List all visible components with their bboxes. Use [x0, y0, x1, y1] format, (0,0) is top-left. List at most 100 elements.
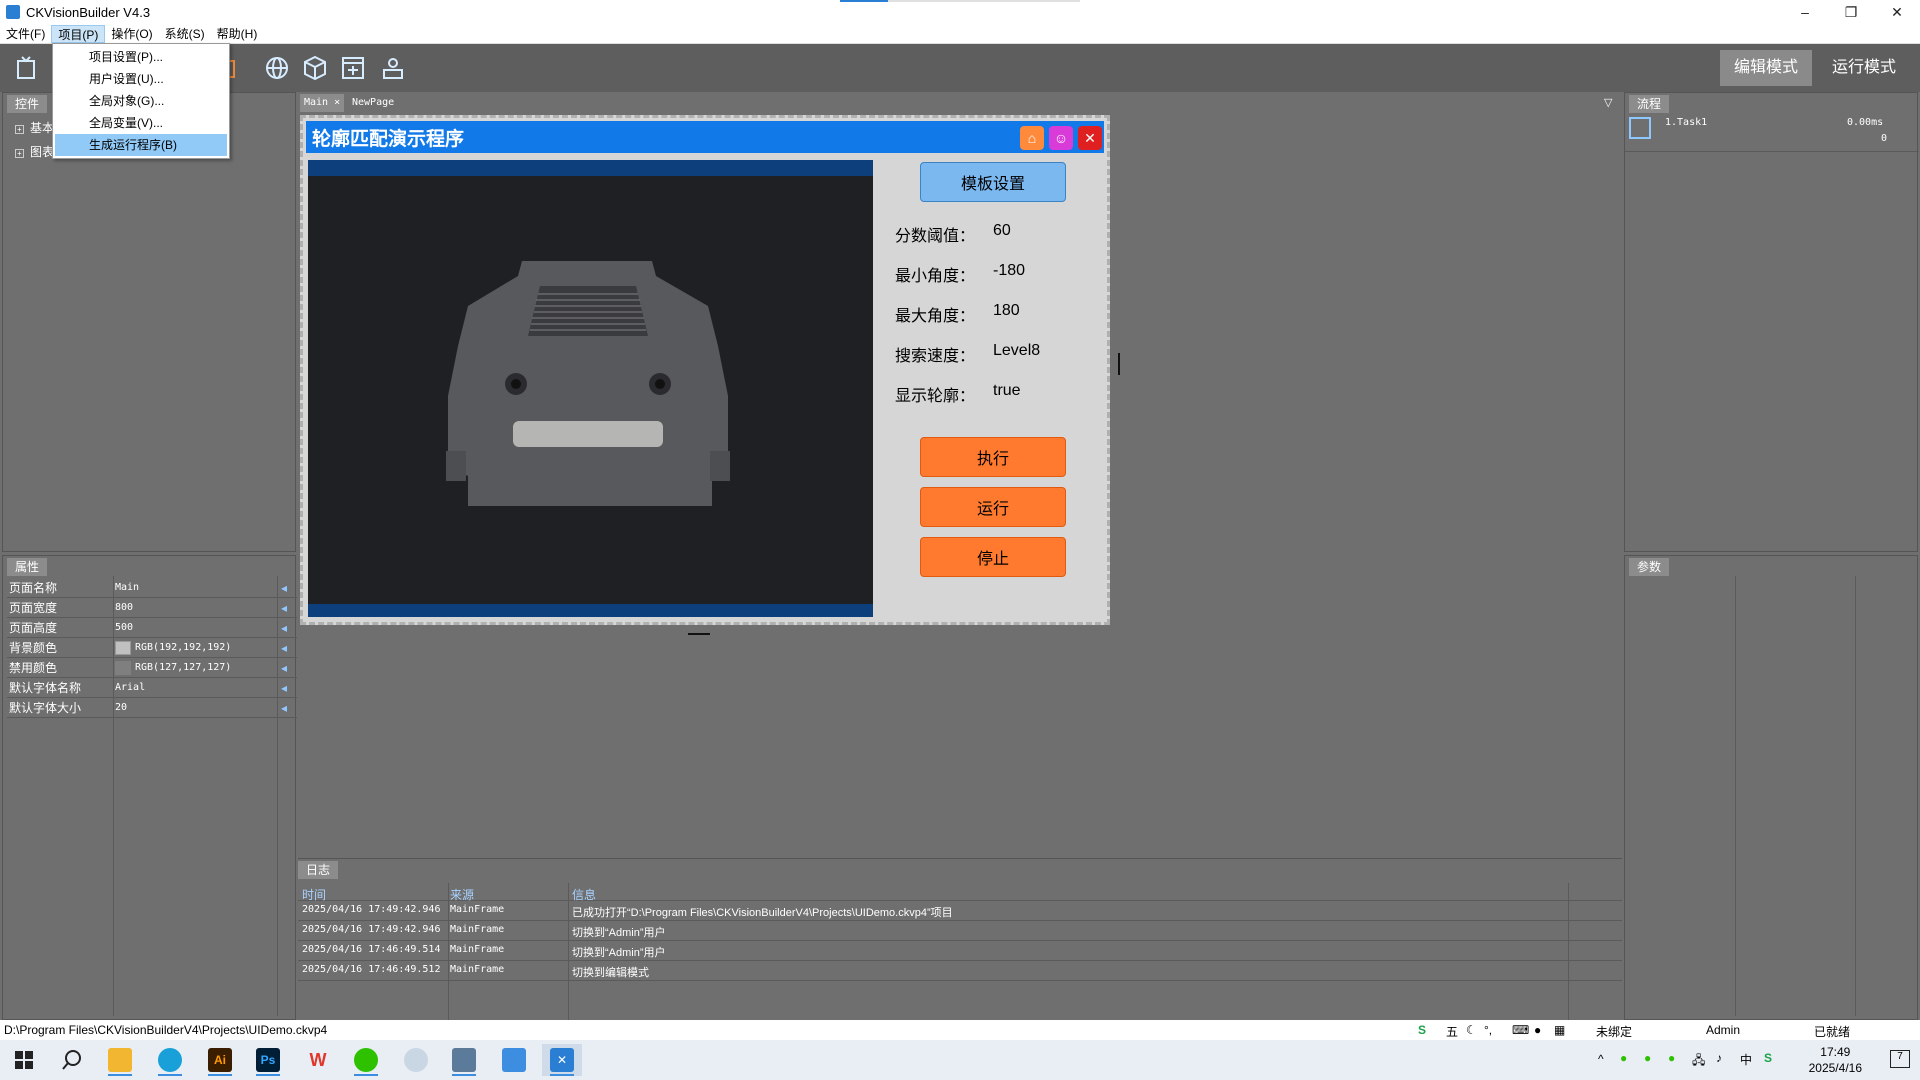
properties-tab[interactable]: 属性: [7, 558, 48, 576]
app-icon: [6, 5, 20, 19]
task-name[interactable]: 1.Task1: [1665, 117, 1707, 128]
field-show-contour: 显示轮廓： true: [895, 382, 1021, 405]
params-tab[interactable]: 参数: [1629, 558, 1670, 576]
menu-operation[interactable]: 操作(O): [105, 25, 158, 43]
menu-project[interactable]: 项目(P): [51, 24, 106, 43]
ime-logo-icon[interactable]: S: [1418, 1023, 1426, 1037]
prop-row[interactable]: 禁用颜色 RGB(127,127,127) ◂: [7, 658, 297, 678]
menu-system[interactable]: 系统(S): [159, 25, 211, 43]
dialog-title: 轮廓匹配演示程序: [312, 127, 465, 150]
template-settings-button[interactable]: 模板设置: [920, 162, 1066, 202]
ready-status: 已就绪: [1814, 1025, 1851, 1039]
prop-arrow-icon: ◂: [281, 620, 288, 635]
design-canvas: 轮廓匹配演示程序 ⌂ ☺ ✕ 模板设置 分数阈值： 60 最小角度： -180 最大…: [300, 115, 1110, 625]
color-swatch: [115, 660, 131, 675]
execute-button[interactable]: 执行: [920, 437, 1066, 477]
flow-tab[interactable]: 流程: [1629, 95, 1670, 113]
menu-item-project-settings[interactable]: 项目设置(P)...: [55, 46, 227, 68]
tray-wechat2-icon[interactable]: ●: [1644, 1051, 1651, 1065]
prop-arrow-icon: ◂: [281, 600, 288, 615]
file-explorer-icon[interactable]: [100, 1044, 140, 1076]
flow-panel: 流程 1.Task1 0.00ms 0: [1624, 92, 1919, 552]
task-icon: [1629, 117, 1651, 139]
menu-item-user-settings[interactable]: 用户设置(U)...: [55, 68, 227, 90]
field-min-angle: 最小角度： -180: [895, 262, 1026, 285]
tree-item-basic[interactable]: + 基本: [15, 119, 54, 136]
volume-icon[interactable]: ♪: [1716, 1051, 1722, 1065]
dialog-close-icon[interactable]: ✕: [1078, 126, 1102, 150]
status-path: D:\Program Files\CKVisionBuilderV4\Proje…: [4, 1023, 328, 1037]
prop-arrow-icon: ◂: [281, 580, 288, 595]
ime-mode[interactable]: 五: [1446, 1023, 1458, 1040]
edit-mode-button[interactable]: 编辑模式: [1720, 50, 1813, 86]
search-icon[interactable]: [52, 1044, 92, 1076]
punct-icon[interactable]: °,: [1484, 1023, 1492, 1037]
menu-item-global-variables[interactable]: 全局变量(V)...: [55, 112, 227, 134]
ckvisionbuilder-taskbar-icon[interactable]: ✕: [542, 1044, 582, 1076]
cube-icon[interactable]: [300, 53, 330, 83]
canvas-resize-handle-right[interactable]: [1118, 353, 1120, 375]
menu-file[interactable]: 文件(F): [0, 25, 51, 43]
avatar-app-icon[interactable]: [396, 1044, 436, 1076]
canvas-resize-handle-bottom[interactable]: [688, 633, 710, 635]
menu-item-global-objects[interactable]: 全局对象(G)...: [55, 90, 227, 112]
network-icon[interactable]: 🖧: [1692, 1051, 1705, 1072]
minimize-button[interactable]: –: [1782, 0, 1828, 24]
add-page-icon[interactable]: [338, 53, 368, 83]
restore-button[interactable]: ❐: [1828, 0, 1874, 24]
prop-arrow-icon: ◂: [281, 660, 288, 675]
prop-row[interactable]: 默认字体大小 20 ◂: [7, 698, 297, 718]
tray-expand-icon[interactable]: ^: [1598, 1052, 1604, 1066]
tab-main[interactable]: Main ×: [300, 94, 345, 112]
tray-wechat-icon[interactable]: ●: [1620, 1051, 1627, 1065]
log-tab[interactable]: 日志: [298, 861, 339, 879]
tab-dropdown-icon[interactable]: ▽: [1604, 96, 1612, 109]
field-max-angle: 最大角度： 180: [895, 302, 1020, 325]
tray-wechat3-icon[interactable]: ●: [1668, 1051, 1675, 1065]
settings-icon[interactable]: ☺: [1049, 126, 1073, 150]
edge-icon[interactable]: [150, 1044, 190, 1076]
home-icon[interactable]: ⌂: [1020, 126, 1044, 150]
menu-item-build-runtime[interactable]: 生成运行程序(B): [55, 134, 227, 156]
prop-row[interactable]: 背景颜色 RGB(192,192,192) ◂: [7, 638, 297, 658]
books-icon[interactable]: [494, 1044, 534, 1076]
moon-icon[interactable]: ☾: [1466, 1023, 1477, 1037]
wechat-icon[interactable]: [346, 1044, 386, 1076]
sogou-icon[interactable]: S: [1764, 1051, 1772, 1065]
log-row[interactable]: 2025/04/16 17:46:49.514 MainFrame 切换到“Admi…: [298, 941, 1622, 961]
properties-panel: 属性 页面名称 Main ◂ 页面宽度 800 ◂ 页面高度 500 ◂ 背景颜色 RGB(1…: [2, 555, 297, 1020]
stop-button[interactable]: 停止: [920, 537, 1066, 577]
new-project-icon[interactable]: [12, 53, 42, 83]
run-button[interactable]: 运行: [920, 487, 1066, 527]
menu-bar: 文件(F) 项目(P) 操作(O) 系统(S) 帮助(H): [0, 24, 1920, 44]
keyboard-icon[interactable]: ⌨: [1512, 1023, 1529, 1037]
user-icon[interactable]: ●: [1534, 1023, 1541, 1037]
tab-newpage[interactable]: NewPage: [348, 94, 398, 112]
photos-icon[interactable]: [444, 1044, 484, 1076]
log-row[interactable]: 2025/04/16 17:49:42.946 MainFrame 已成功打开“D:…: [298, 901, 1622, 921]
controls-tab[interactable]: 控件: [7, 95, 48, 113]
globe-icon[interactable]: [262, 53, 292, 83]
user-settings-icon[interactable]: [378, 53, 408, 83]
notification-icon[interactable]: 7: [1890, 1050, 1910, 1068]
title-bar: CKVisionBuilder V4.3 – ❐ ✕: [0, 0, 1920, 24]
menu-help[interactable]: 帮助(H): [211, 25, 264, 43]
close-button[interactable]: ✕: [1874, 0, 1920, 24]
illustrator-icon[interactable]: Ai: [200, 1044, 240, 1076]
prop-row[interactable]: 页面名称 Main ◂: [7, 578, 297, 598]
log-row[interactable]: 2025/04/16 17:49:42.946 MainFrame 切换到“Admi…: [298, 921, 1622, 941]
prop-row[interactable]: 页面宽度 800 ◂: [7, 598, 297, 618]
ime-tray-icon[interactable]: 中: [1740, 1051, 1752, 1068]
grid-icon[interactable]: ▦: [1554, 1023, 1565, 1037]
tree-item-chart[interactable]: + 图表: [15, 143, 54, 160]
start-icon[interactable]: [4, 1044, 44, 1076]
current-user: Admin: [1706, 1023, 1741, 1037]
camera-image-view[interactable]: [308, 160, 873, 617]
prop-row[interactable]: 默认字体名称 Arial ◂: [7, 678, 297, 698]
photoshop-icon[interactable]: Ps: [248, 1044, 288, 1076]
wps-icon[interactable]: W: [298, 1044, 338, 1076]
clock[interactable]: 17:49 2025/4/16: [1809, 1044, 1862, 1076]
run-mode-button[interactable]: 运行模式: [1818, 50, 1910, 86]
log-row[interactable]: 2025/04/16 17:46:49.512 MainFrame 切换到编辑模式: [298, 961, 1622, 981]
prop-row[interactable]: 页面高度 500 ◂: [7, 618, 297, 638]
